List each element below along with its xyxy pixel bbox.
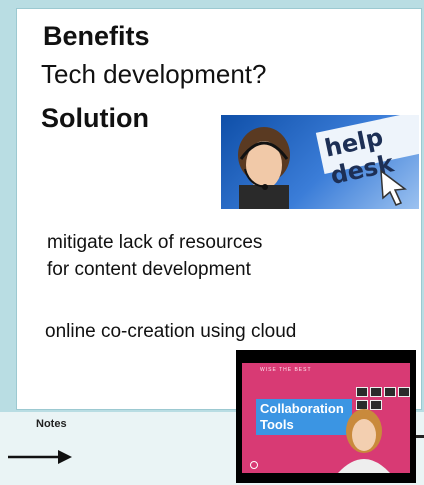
video-thumbnail[interactable]: WISE THE BEST Collaboration Tools: [236, 350, 416, 483]
slide-point-2: online co-creation using cloud: [45, 321, 297, 342]
cursor-icon: [380, 169, 407, 206]
video-thumb: [398, 387, 410, 397]
presenter-icon: [338, 409, 390, 473]
helpdesk-image: help desk: [221, 115, 419, 209]
headset-agent-icon: [238, 127, 290, 209]
video-thumb: [370, 387, 382, 397]
slide-heading-solution: Solution: [41, 103, 149, 133]
video-caption: WISE THE BEST: [260, 367, 312, 373]
slide-point-1-line-1: mitigate lack of resources: [47, 232, 263, 253]
video-indicator: [250, 461, 258, 469]
slide-point-1: mitigate lack of resources for content d…: [47, 229, 262, 283]
slide-question: Tech development?: [41, 59, 267, 89]
video-thumb: [384, 387, 396, 397]
slide-point-1-line-2: for content development: [47, 259, 251, 280]
slide-heading-benefits: Benefits: [43, 21, 150, 51]
arrow-right-icon: [8, 450, 72, 464]
notes-label: Notes: [36, 418, 67, 430]
video-thumb: [356, 387, 368, 397]
video-screen: WISE THE BEST Collaboration Tools: [242, 363, 410, 473]
